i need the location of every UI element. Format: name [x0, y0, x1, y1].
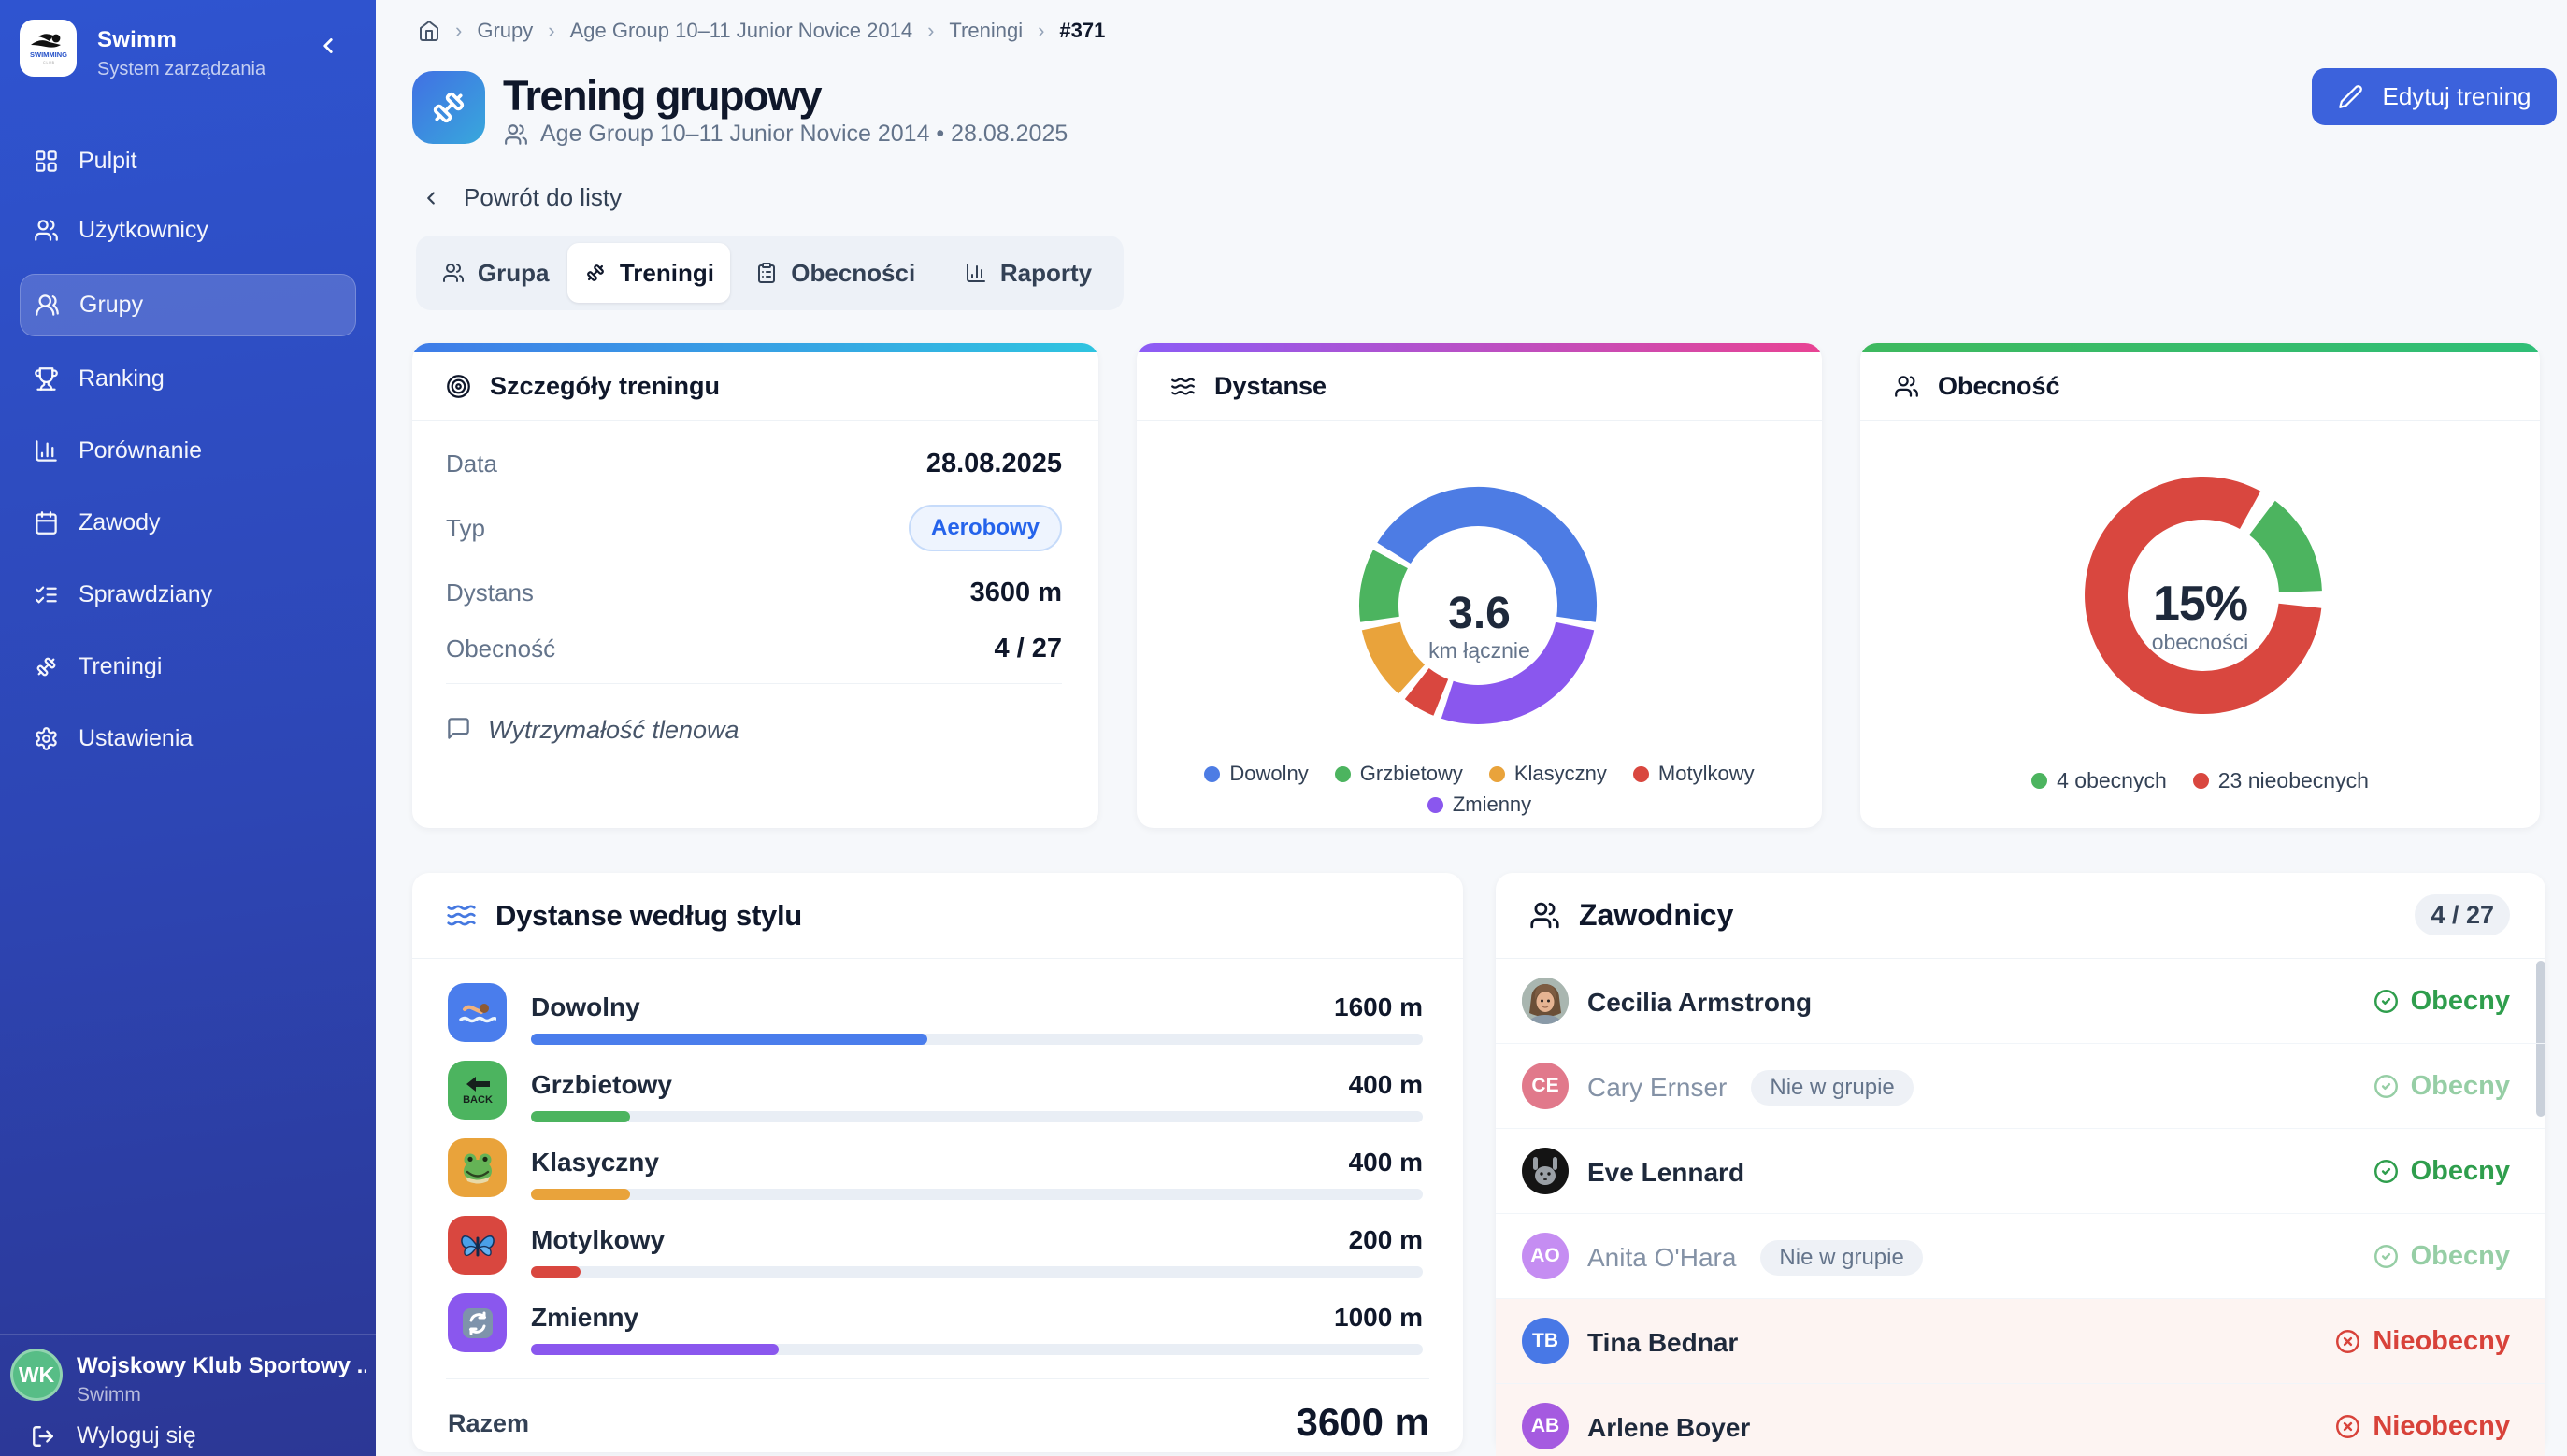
svg-text:C L U B: C L U B [43, 61, 54, 64]
svg-text:SWIMMING: SWIMMING [30, 50, 67, 59]
svg-text:BACK: BACK [463, 1094, 493, 1106]
